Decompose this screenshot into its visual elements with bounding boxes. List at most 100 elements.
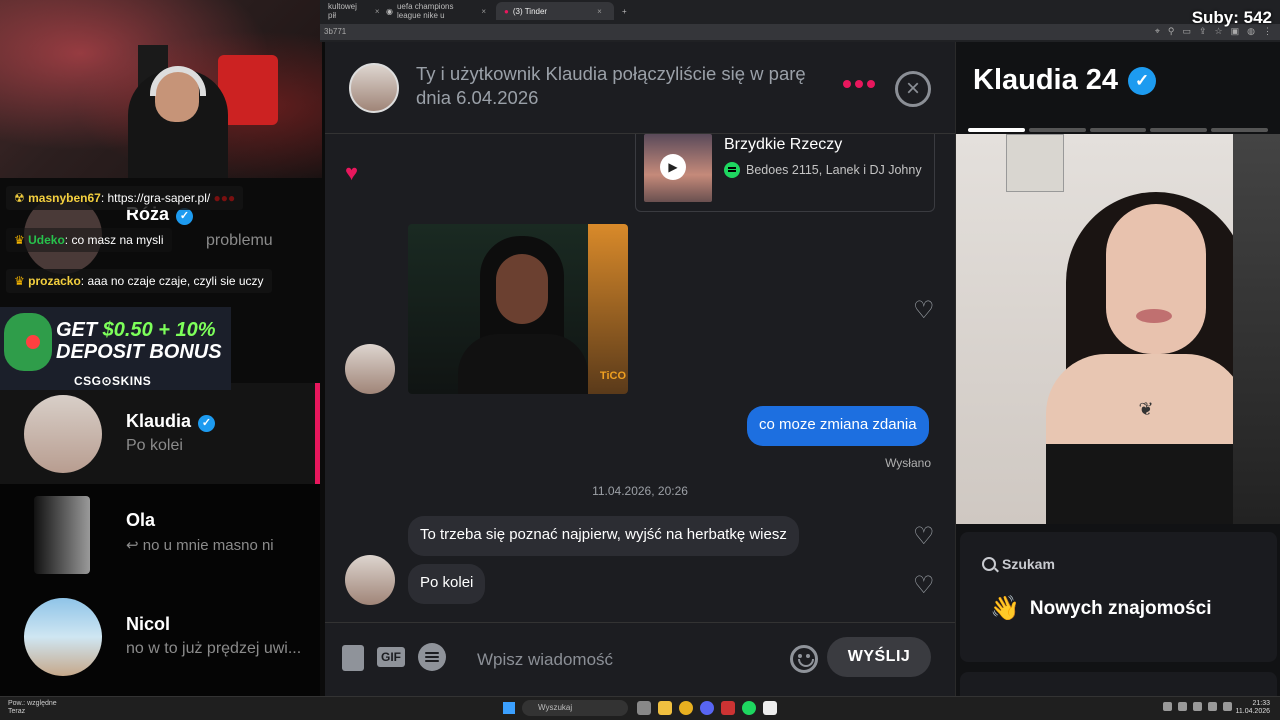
browser-tab[interactable]: kultowej pił ×: [320, 2, 380, 20]
chat-text: : aaa no czaje czaje, czyli sie uczy: [80, 274, 264, 288]
chat-header: Ty i użytkownik Klaudia połączyliście si…: [325, 42, 955, 134]
photo-indicator[interactable]: [1089, 128, 1147, 132]
match-last-message: problemu: [206, 232, 273, 249]
song-artists: Bedoes 2115, Lanek i DJ Johny: [746, 163, 922, 177]
match-name: Klaudia: [126, 411, 192, 431]
send-button[interactable]: WYŚLIJ: [827, 637, 931, 677]
play-icon[interactable]: ▶: [660, 154, 686, 180]
location-icon[interactable]: ⌖: [1155, 26, 1160, 37]
verified-icon: ✓: [1128, 67, 1157, 95]
tinder-tab-icon: ●: [504, 6, 509, 16]
message-composer: GIF WYŚLIJ: [325, 622, 955, 696]
match-last-message: no w to już prędzej uwi...: [126, 640, 302, 657]
like-heart-icon[interactable]: ♡: [913, 296, 935, 325]
chat-text: : co masz na mysli: [64, 233, 164, 247]
ad-brand: CSG⊙SKINS: [74, 374, 152, 388]
wall-calendar: [1006, 134, 1064, 192]
chat-username: Udeko: [28, 233, 65, 247]
photo-indicator[interactable]: [968, 128, 1025, 132]
profile-panel: Klaudia 24 ✓ ❦ Szukam 👋 Nowych znajomości: [955, 42, 1280, 696]
more-options-icon[interactable]: [843, 80, 875, 88]
app-icon[interactable]: [763, 701, 777, 715]
volume-icon[interactable]: [1223, 702, 1232, 711]
match-item-nicol[interactable]: Nicol no w to już prędzej uwi...: [0, 594, 320, 696]
sender-avatar[interactable]: [345, 344, 395, 394]
tattoo: ❦: [1138, 399, 1154, 419]
ad-bonus-text: DEPOSIT BONUS: [56, 341, 222, 363]
system-tray: [1163, 702, 1232, 711]
spotify-icon: [724, 162, 740, 178]
match-avatar: [24, 395, 102, 473]
discord-icon[interactable]: [700, 701, 714, 715]
verified-icon: ✓: [176, 208, 194, 225]
stream-chat-message: ☢ masnyben67: https://gra-saper.pl/ ●●●: [6, 186, 244, 210]
photo-indicator[interactable]: [1150, 128, 1208, 132]
photo-message[interactable]: TiCO: [408, 224, 628, 394]
tray-icon[interactable]: [1163, 702, 1172, 711]
match-item-klaudia[interactable]: Klaudia ✓ Po kolei: [0, 383, 320, 484]
chrome-icon[interactable]: [679, 701, 693, 715]
close-tab-icon[interactable]: ×: [597, 7, 602, 16]
app-icon[interactable]: [721, 701, 735, 715]
profile-photo[interactable]: ❦: [956, 134, 1280, 524]
emoji-icon[interactable]: [790, 645, 818, 673]
browser-tab-active[interactable]: ● (3) Tinder ×: [496, 2, 614, 20]
profile-next-card: [960, 672, 1277, 696]
like-heart-icon[interactable]: ♡: [913, 571, 935, 600]
address-bar[interactable]: 3b771: [320, 24, 1280, 40]
file-explorer-icon[interactable]: [658, 701, 672, 715]
browser-tab[interactable]: ◉ uefa champions league nike u ×: [378, 2, 494, 20]
active-indicator: [315, 383, 320, 484]
looking-for-card: Szukam 👋 Nowych znajomości: [960, 532, 1277, 662]
ad-get-text: GET: [56, 319, 103, 341]
cast-icon[interactable]: ▭: [1182, 26, 1191, 37]
photo-indicator[interactable]: [1211, 128, 1268, 132]
search-icon: [982, 557, 996, 571]
like-heart-icon[interactable]: ♡: [913, 522, 935, 551]
taskbar-clock[interactable]: 21:33 11.04.2026: [1235, 700, 1270, 716]
match-name: Ola: [126, 510, 156, 530]
sent-status: Wysłano: [885, 456, 931, 470]
zoom-icon[interactable]: ⚲: [1168, 26, 1175, 37]
profile-name-age: Klaudia 24: [973, 64, 1119, 96]
outgoing-message: co moze zmiana zdania: [747, 406, 929, 446]
wifi-icon[interactable]: [1208, 702, 1217, 711]
taskbar-apps: [637, 701, 777, 715]
chat-badge-icon: ☢: [14, 191, 25, 205]
spotify-share-icon[interactable]: [418, 643, 446, 671]
photo-indicator[interactable]: [1028, 128, 1086, 132]
spotify-icon[interactable]: [742, 701, 756, 715]
windows-taskbar: Pow.: względne Teraz Wyszukaj 21:33 11.0…: [0, 696, 1280, 720]
chat-text: : https://gra-saper.pl/: [100, 191, 211, 205]
match-last-message: ↩ no u mnie masno ni: [126, 537, 274, 554]
match-item-ola[interactable]: Ola ↩ no u mnie masno ni: [0, 484, 320, 594]
match-avatar: [24, 598, 102, 676]
song-title: Brzydkie Rzeczy: [724, 136, 843, 153]
message-input[interactable]: [465, 645, 765, 675]
chat-panel: Ty i użytkownik Klaudia połączyliście si…: [325, 42, 955, 696]
contact-card-icon[interactable]: [342, 645, 364, 671]
gif-button[interactable]: GIF: [377, 647, 405, 667]
sponsor-ad-banner[interactable]: GET $0.50 + 10% DEPOSIT BONUS CSG⊙SKINS: [0, 307, 231, 390]
incoming-message: Po kolei: [408, 564, 486, 604]
liked-heart-icon[interactable]: ♥: [345, 160, 358, 186]
subscriber-counter: Suby: 542: [1191, 8, 1272, 27]
looking-for-value: Nowych znajomości: [1029, 597, 1212, 619]
sender-avatar[interactable]: [345, 555, 395, 605]
spotify-song-card[interactable]: ▶ Brzydkie Rzeczy Bedoes 2115, Lanek i D…: [635, 134, 935, 212]
match-avatar: [34, 496, 90, 574]
new-tab-button[interactable]: +: [614, 2, 634, 20]
close-chat-button[interactable]: ×: [895, 71, 931, 107]
close-tab-icon[interactable]: ×: [481, 7, 486, 16]
windows-start-icon[interactable]: [503, 702, 515, 714]
chat-username: prozacko: [28, 274, 81, 288]
mascot-icon: [4, 313, 52, 371]
match-date-title: Ty i użytkownik Klaudia połączyliście si…: [416, 63, 806, 108]
tray-icon[interactable]: [1178, 702, 1187, 711]
looking-for-label: Szukam: [1002, 556, 1055, 572]
weather-widget[interactable]: Pow.: względne Teraz: [8, 700, 57, 716]
taskbar-search[interactable]: Wyszukaj: [522, 700, 628, 716]
chat-partner-avatar[interactable]: [349, 63, 399, 113]
task-view-icon[interactable]: [637, 701, 651, 715]
tray-icon[interactable]: [1193, 702, 1202, 711]
